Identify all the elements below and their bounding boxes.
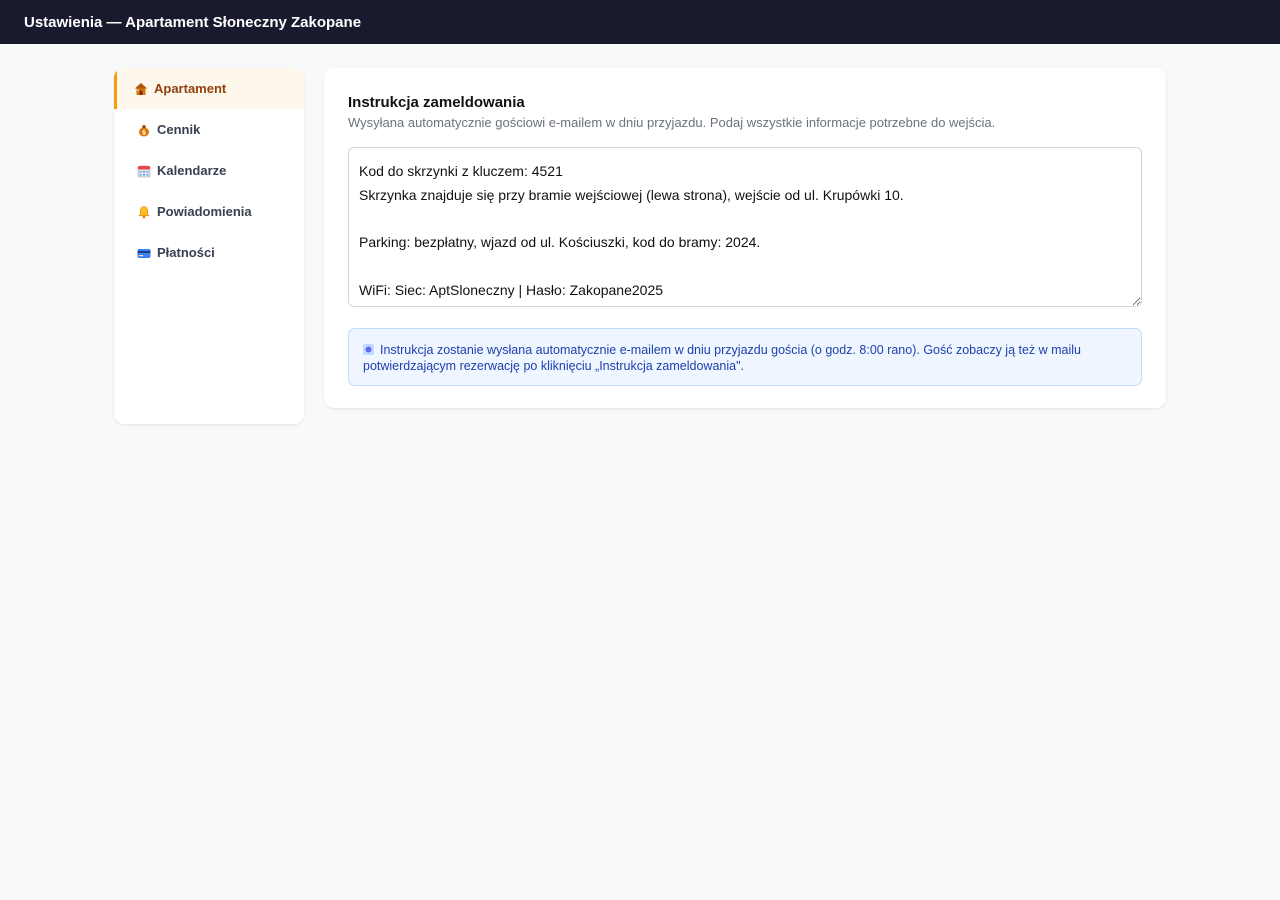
sidebar-item-label: Apartament bbox=[154, 81, 227, 96]
info-text: Instrukcja zostanie wysłana automatyczni… bbox=[363, 343, 1082, 373]
sidebar-item-kalendarze[interactable]: Kalendarze bbox=[114, 150, 304, 191]
sidebar-item-powiadomienia[interactable]: Powiadomienia bbox=[114, 191, 304, 232]
sidebar-item-label: Kalendarze bbox=[157, 163, 227, 178]
bell-icon bbox=[137, 205, 151, 219]
top-bar: Ustawienia — Apartament Słoneczny Zakopa… bbox=[0, 0, 1280, 44]
sidebar-item-label: Cennik bbox=[157, 122, 201, 137]
sidebar-item-label: Powiadomienia bbox=[157, 204, 252, 219]
money-bag-icon: $ bbox=[137, 123, 151, 137]
settings-sidebar: Apartament $ Cennik Kalendarze Powiadomi… bbox=[114, 68, 304, 424]
svg-text:$: $ bbox=[142, 129, 146, 136]
calendar-icon bbox=[137, 164, 151, 178]
credit-card-icon bbox=[137, 246, 151, 260]
settings-layout: Apartament $ Cennik Kalendarze Powiadomi… bbox=[0, 44, 1280, 900]
checkin-instructions-card: Instrukcja zameldowania Wysyłana automat… bbox=[324, 68, 1166, 408]
sidebar-item-label: Płatności bbox=[157, 245, 215, 260]
section-subtitle: Wysyłana automatycznie gościowi e-mailem… bbox=[348, 115, 996, 130]
page-title: Ustawienia — Apartament Słoneczny Zakopa… bbox=[24, 13, 362, 31]
sidebar-item-cennik[interactable]: $ Cennik bbox=[114, 109, 304, 150]
checkin-instructions-textarea[interactable] bbox=[348, 147, 1142, 307]
info-icon bbox=[363, 343, 374, 355]
info-notice: Instrukcja zostanie wysłana automatyczni… bbox=[348, 328, 1142, 386]
sidebar-item-apartament[interactable]: Apartament bbox=[114, 68, 304, 109]
sidebar-item-platnosci[interactable]: Płatności bbox=[114, 232, 304, 273]
house-icon bbox=[134, 82, 148, 96]
section-title: Instrukcja zameldowania bbox=[348, 94, 525, 111]
